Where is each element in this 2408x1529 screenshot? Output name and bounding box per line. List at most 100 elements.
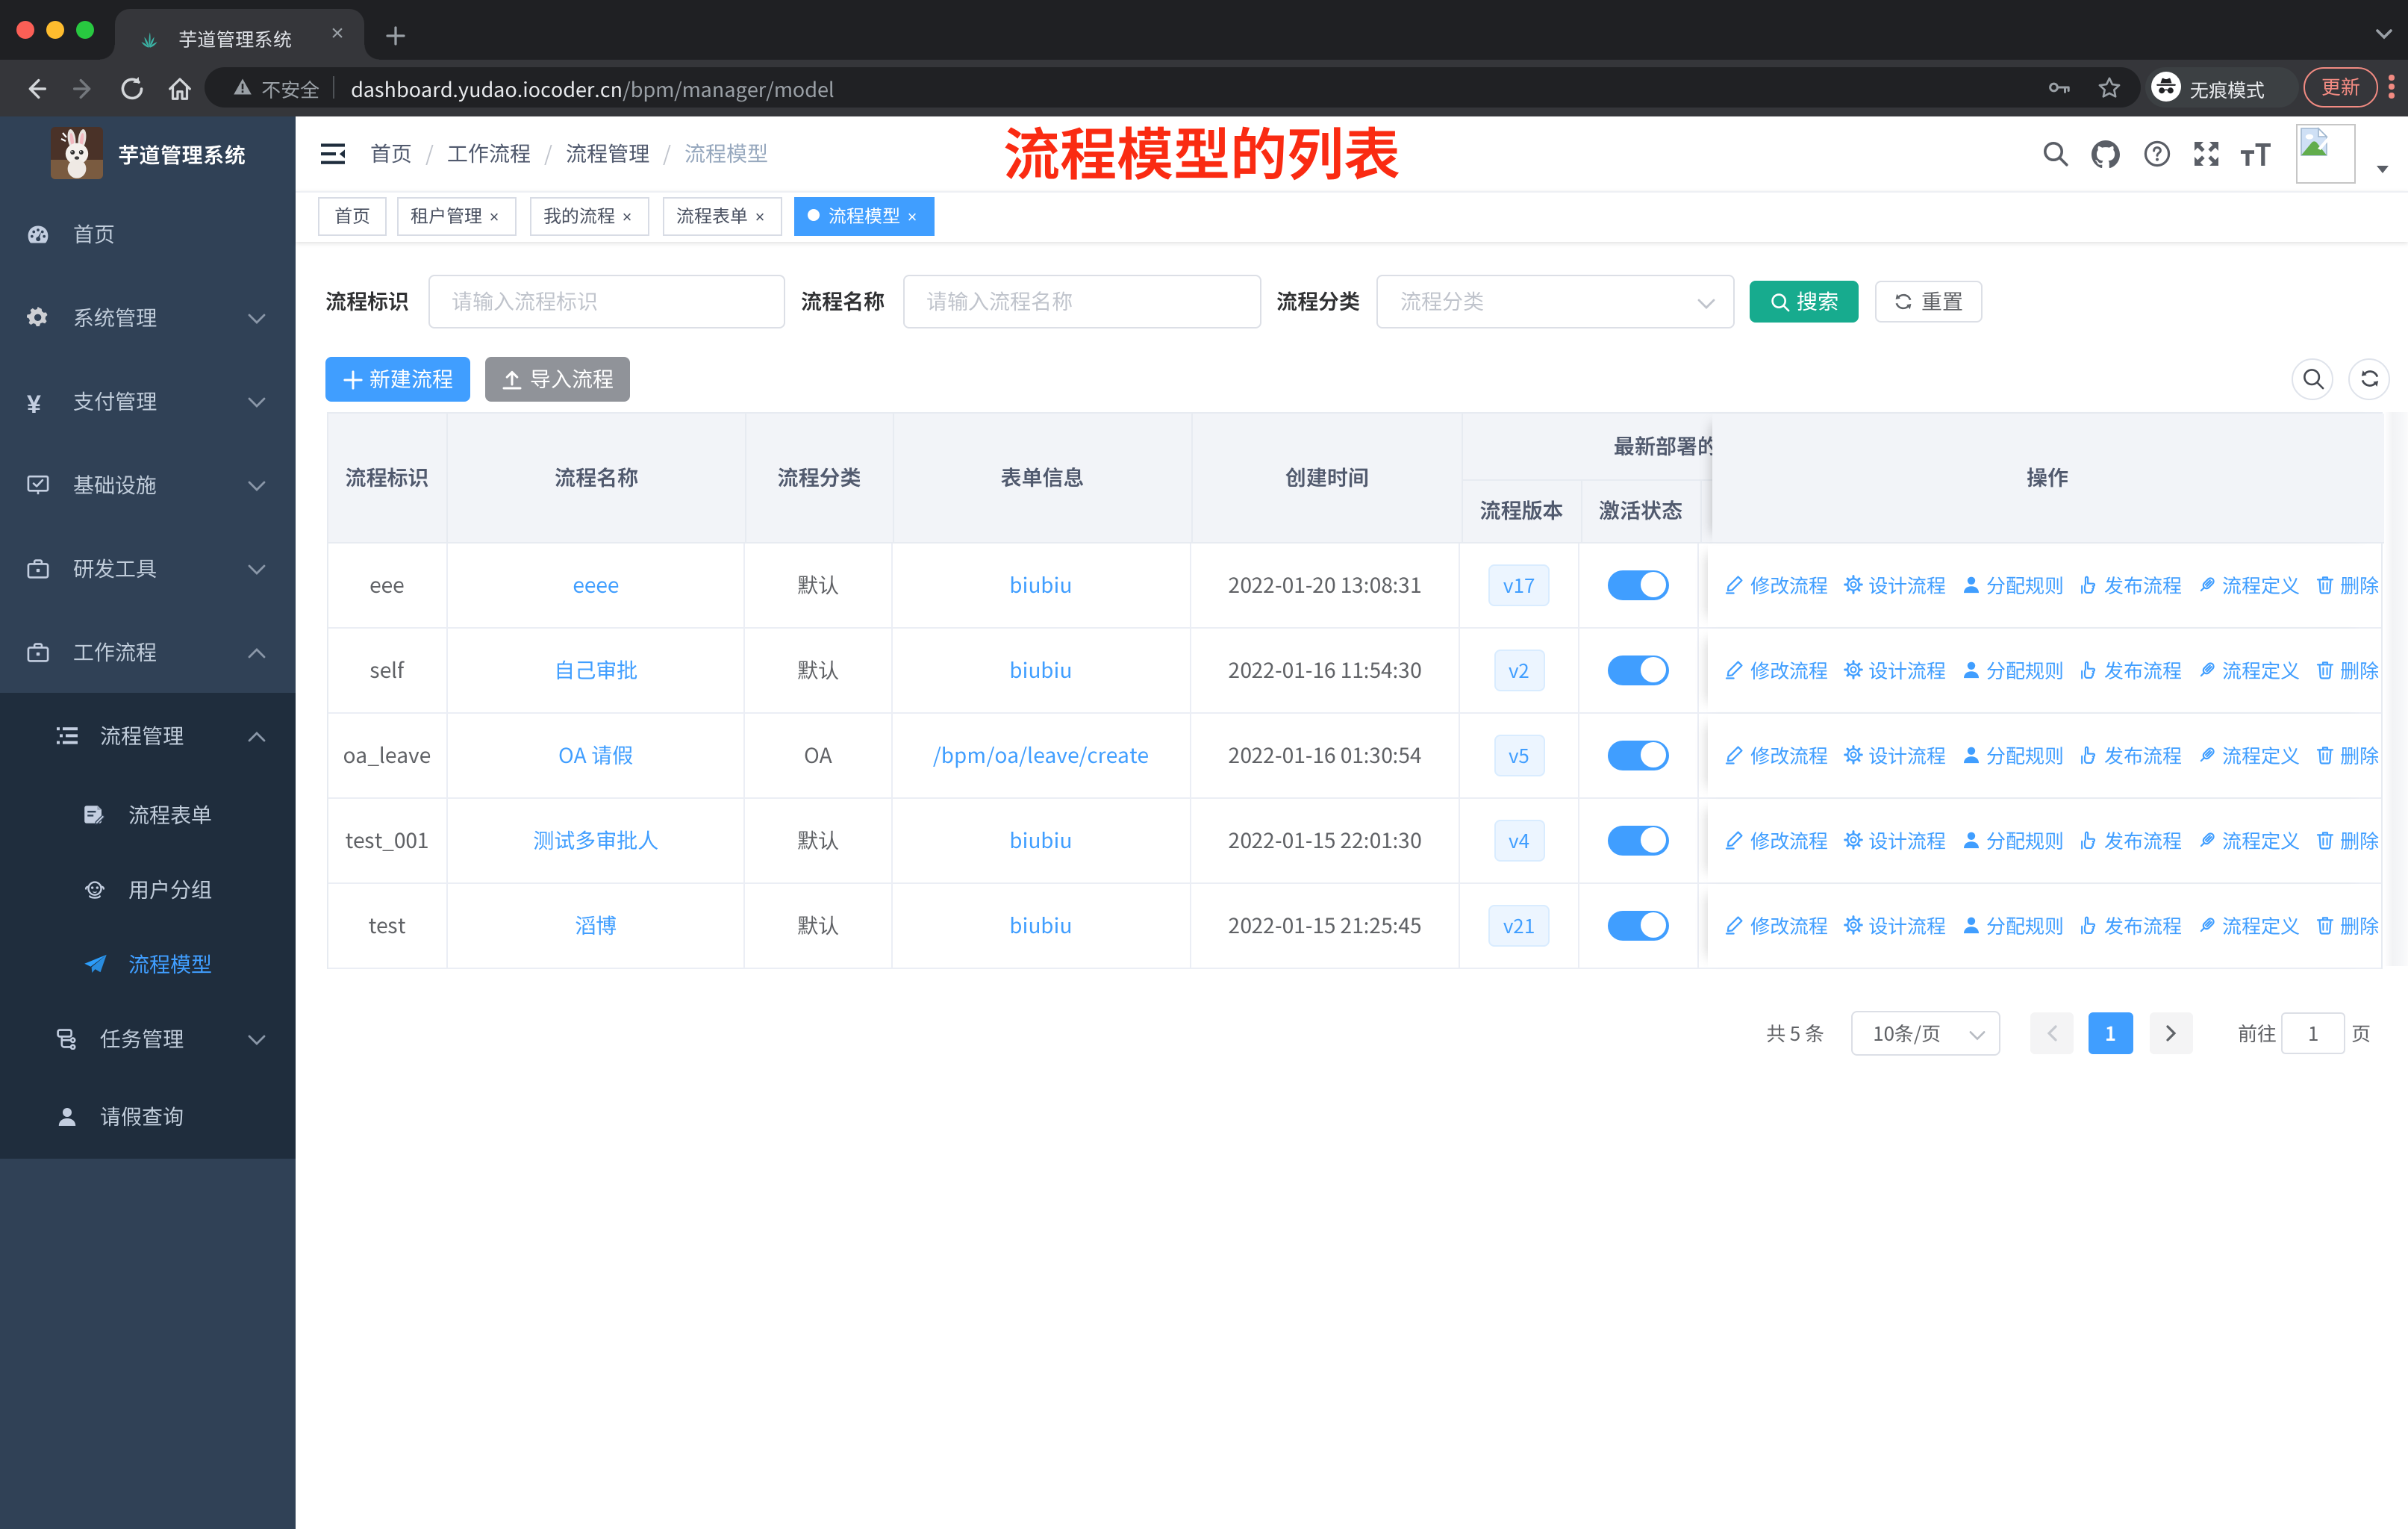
action-design-process[interactable]: 设计流程 [1843, 655, 1946, 684]
breadcrumb-workflow[interactable]: 工作流程 [447, 139, 531, 169]
tag-close-icon[interactable]: × [485, 200, 503, 236]
action-publish-process[interactable]: 发布流程 [2079, 826, 2182, 854]
tab-search-chevron-icon[interactable] [2375, 28, 2393, 40]
cell-name-link[interactable]: eeee [448, 543, 746, 626]
action-edit-process[interactable]: 修改流程 [1725, 741, 1828, 769]
prev-page-button[interactable] [2030, 1012, 2073, 1054]
sidebar-item-user-group[interactable]: 用户分组 [0, 853, 296, 927]
cell-form-link[interactable]: biubiu [892, 883, 1191, 967]
action-publish-process[interactable]: 发布流程 [2079, 741, 2182, 769]
active-toggle[interactable] [1607, 740, 1669, 770]
tag-tenant[interactable]: 租户管理 × [397, 197, 517, 236]
fullscreen-icon[interactable] [2193, 140, 2220, 167]
action-edit-process[interactable]: 修改流程 [1725, 911, 1828, 939]
font-size-icon[interactable] [2241, 143, 2271, 166]
macos-zoom-button[interactable] [76, 21, 94, 39]
action-publish-process[interactable]: 发布流程 [2079, 911, 2182, 939]
action-process-definition[interactable]: 流程定义 [2197, 741, 2300, 769]
github-icon[interactable] [2092, 140, 2120, 169]
filter-name-input[interactable]: 请输入流程名称 [902, 275, 1261, 328]
action-process-definition[interactable]: 流程定义 [2197, 570, 2300, 599]
tag-process-form[interactable]: 流程表单 × [663, 197, 783, 236]
pagination-goto-input[interactable]: 1 [2281, 1012, 2345, 1054]
version-tag[interactable]: v4 [1494, 819, 1544, 861]
back-icon[interactable] [21, 74, 49, 102]
action-delete[interactable]: 删除 [2315, 741, 2379, 769]
home-icon[interactable] [166, 74, 194, 102]
action-publish-process[interactable]: 发布流程 [2079, 655, 2182, 684]
page-size-select[interactable]: 10条/页 [1850, 1011, 2000, 1056]
chrome-update-button[interactable]: 更新 [2303, 66, 2378, 107]
sidebar-item-home[interactable]: 首页 [0, 193, 296, 276]
current-page-button[interactable]: 1 [2089, 1012, 2133, 1054]
breadcrumb-home[interactable]: 首页 [370, 139, 412, 169]
tag-my-process[interactable]: 我的流程 × [530, 197, 650, 236]
action-assign-rule[interactable]: 分配规则 [1961, 911, 2064, 939]
browser-menu-icon[interactable] [2389, 75, 2395, 99]
action-process-definition[interactable]: 流程定义 [2197, 655, 2300, 684]
browser-tab[interactable]: 芋道管理系统 × [99, 9, 378, 60]
tag-close-icon[interactable]: × [751, 200, 769, 236]
macos-close-button[interactable] [16, 21, 34, 39]
breadcrumb-process-mgmt[interactable]: 流程管理 [566, 139, 649, 169]
action-assign-rule[interactable]: 分配规则 [1961, 570, 2064, 599]
version-tag[interactable]: v21 [1488, 904, 1550, 946]
bookmark-star-icon[interactable] [2097, 75, 2121, 98]
sidebar-item-process-model[interactable]: 流程模型 [0, 927, 296, 1002]
active-toggle[interactable] [1607, 570, 1669, 600]
sidebar-item-devtools[interactable]: 研发工具 [0, 527, 296, 611]
search-button[interactable]: 搜索 [1750, 281, 1859, 323]
action-design-process[interactable]: 设计流程 [1843, 570, 1946, 599]
action-edit-process[interactable]: 修改流程 [1725, 655, 1828, 684]
action-delete[interactable]: 删除 [2315, 570, 2379, 599]
action-assign-rule[interactable]: 分配规则 [1961, 655, 2064, 684]
version-tag[interactable]: v2 [1494, 649, 1544, 691]
action-assign-rule[interactable]: 分配规则 [1961, 826, 2064, 854]
sidebar-item-process-form[interactable]: 流程表单 [0, 778, 296, 853]
action-design-process[interactable]: 设计流程 [1843, 911, 1946, 939]
cell-form-link[interactable]: biubiu [892, 543, 1191, 626]
action-delete[interactable]: 删除 [2315, 911, 2379, 939]
cell-name-link[interactable]: 测试多审批人 [448, 798, 746, 882]
new-tab-button[interactable] [382, 22, 409, 49]
not-secure-warning-icon[interactable] [233, 77, 252, 95]
action-process-definition[interactable]: 流程定义 [2197, 826, 2300, 854]
action-delete[interactable]: 删除 [2315, 826, 2379, 854]
reset-button[interactable]: 重置 [1874, 281, 1982, 323]
cell-form-link[interactable]: /bpm/oa/leave/create [892, 713, 1191, 797]
action-design-process[interactable]: 设计流程 [1843, 826, 1946, 854]
cell-form-link[interactable]: biubiu [892, 628, 1191, 711]
sidebar-item-system[interactable]: 系统管理 [0, 276, 296, 360]
import-process-button[interactable]: 导入流程 [485, 357, 630, 402]
avatar-caret-icon[interactable] [2377, 166, 2389, 173]
active-toggle[interactable] [1607, 825, 1669, 855]
reload-icon[interactable] [118, 74, 146, 102]
tag-close-icon[interactable]: × [903, 200, 921, 236]
active-toggle[interactable] [1607, 910, 1669, 940]
refresh-table-button[interactable] [2348, 358, 2390, 399]
tab-close-icon[interactable]: × [325, 22, 349, 46]
sidebar-item-leave-query[interactable]: 请假查询 [0, 1077, 296, 1156]
action-delete[interactable]: 删除 [2315, 655, 2379, 684]
cell-form-link[interactable]: biubiu [892, 798, 1191, 882]
filter-category-select[interactable]: 流程分类 [1376, 275, 1735, 328]
forward-icon[interactable] [70, 74, 99, 102]
tag-close-icon[interactable]: × [618, 200, 636, 236]
action-assign-rule[interactable]: 分配规则 [1961, 741, 2064, 769]
cell-name-link[interactable]: 滔博 [448, 883, 746, 967]
filter-key-input[interactable]: 请输入流程标识 [428, 275, 785, 328]
sidebar-item-infrastructure[interactable]: 基础设施 [0, 443, 296, 527]
tag-home[interactable]: 首页 [318, 197, 387, 236]
action-publish-process[interactable]: 发布流程 [2079, 570, 2182, 599]
next-page-button[interactable] [2149, 1012, 2192, 1054]
sidebar-item-payment[interactable]: ¥ 支付管理 [0, 360, 296, 443]
sidebar-logo[interactable]: 芋道管理系统 [0, 116, 296, 191]
action-process-definition[interactable]: 流程定义 [2197, 911, 2300, 939]
cell-name-link[interactable]: 自己审批 [448, 628, 746, 711]
password-key-icon[interactable] [2047, 75, 2072, 98]
tag-process-model[interactable]: 流程模型 × [794, 197, 935, 236]
search-icon[interactable] [2042, 140, 2069, 167]
macos-minimize-button[interactable] [46, 21, 64, 39]
sidebar-collapse-icon[interactable] [321, 142, 345, 166]
active-toggle[interactable] [1607, 655, 1669, 685]
